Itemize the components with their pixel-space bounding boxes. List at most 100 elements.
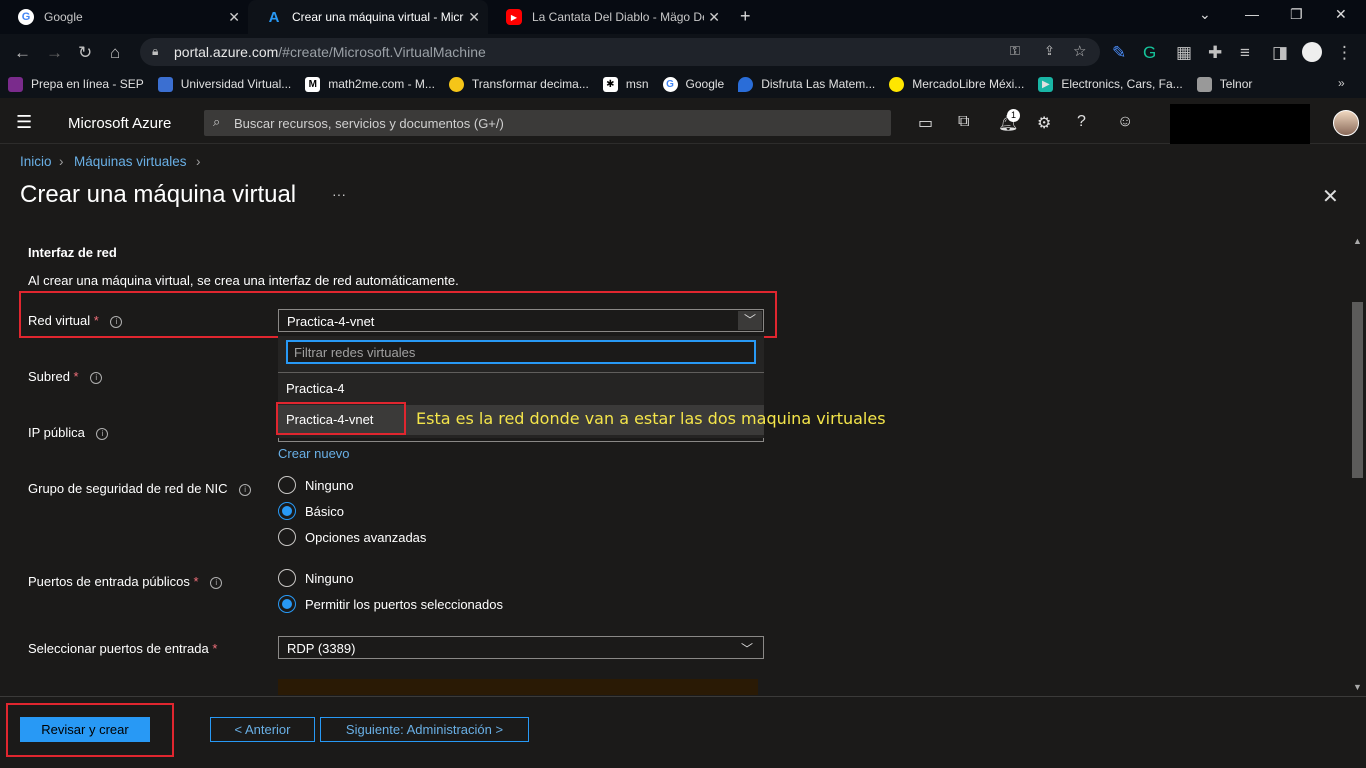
bookmark-item[interactable]: ▶ Electronics, Cars, Fa... [1038,76,1183,92]
breadcrumb-chevron-icon: › [196,154,201,169]
extension-pen-icon[interactable]: ✎ [1112,43,1126,63]
radio-circle[interactable] [278,476,296,494]
media-icon[interactable]: ≡ [1240,43,1250,63]
close-window-icon[interactable]: ✕ [1335,6,1347,23]
restore-icon[interactable]: ❐ [1290,6,1303,23]
annotation-note: Esta es la red donde van a estar las dos… [416,409,886,428]
radio-nsg-avanzadas[interactable]: Opciones avanzadas [278,528,426,546]
new-tab-icon[interactable]: + [740,6,751,27]
profile-icon[interactable] [1302,42,1322,62]
nsg-label: Grupo de seguridad de red de NIC i [28,481,252,496]
help-icon[interactable]: ? [1077,113,1086,131]
sidepanel-icon[interactable]: ◨ [1272,43,1288,63]
more-bookmarks-icon[interactable]: » [1338,76,1345,90]
bookmark-item[interactable]: Universidad Virtual... [157,76,292,92]
breadcrumb-chevron-icon: › [59,154,64,169]
bookmark-star-icon[interactable]: ☆ [1073,42,1086,60]
filter-input[interactable]: Filtrar redes virtuales [286,340,756,364]
redacted-account-block [1170,104,1310,144]
reload-icon[interactable]: ↻ [78,43,92,63]
field-label: Seleccionar puertos de entrada [28,641,209,656]
bookmarks-bar: Prepa en línea - SEP Universidad Virtual… [0,70,1366,98]
tab-search-icon[interactable]: ⌄ [1199,6,1211,23]
browser-toolbar: ← → ↻ ⌂ 🔒︎ portal.azure.com/#create/Micr… [0,34,1366,70]
cloud-shell-icon[interactable]: ▭ [918,113,933,133]
radio-nsg-ninguno[interactable]: Ninguno [278,476,353,494]
directory-filter-icon[interactable]: ⧉ [958,113,969,131]
bookmark-item[interactable]: Transformar decima... [448,76,589,92]
radio-puertos-ninguno[interactable]: Ninguno [278,569,353,587]
radio-label: Ninguno [305,477,354,493]
bookmark-label: Universidad Virtual... [180,77,292,91]
footer-bar: Revisar y crear < Anterior Siguiente: Ad… [0,696,1366,768]
bookmark-favicon-icon [8,76,23,92]
extensions-icon[interactable]: ✚ [1208,43,1222,63]
siguiente-button[interactable]: Siguiente: Administración > [320,717,529,742]
radio-puertos-permitir[interactable]: Permitir los puertos seleccionados [278,595,503,613]
bookmark-label: Telnor [1219,77,1253,91]
minimize-icon[interactable]: — [1245,6,1259,22]
home-icon[interactable]: ⌂ [110,43,120,63]
close-tab-icon[interactable]: ✕ [228,9,240,26]
key-icon[interactable]: ⚿ [1010,43,1020,59]
share-icon[interactable]: ⇪ [1044,43,1055,59]
bookmark-favicon-icon [157,76,173,92]
grammarly-icon[interactable]: G [1143,43,1156,63]
bookmark-item[interactable]: Telnor [1196,76,1253,92]
anterior-button[interactable]: < Anterior [210,717,315,742]
radio-circle[interactable] [278,502,296,520]
bookmark-item[interactable]: G Google [662,76,724,92]
section-description: Al crear una máquina virtual, se crea un… [28,273,459,288]
info-icon[interactable]: i [96,427,109,440]
radio-circle[interactable] [278,528,296,546]
menu-dots-icon[interactable]: ⋮ [1336,43,1353,63]
more-options-icon[interactable]: ··· [332,186,346,202]
bookmark-label: MercadoLibre Méxi... [912,77,1025,91]
breadcrumb-maquinas-virtuales[interactable]: Máquinas virtuales [74,154,187,169]
hamburger-menu-icon[interactable]: ☰ [16,112,32,133]
scroll-up-icon[interactable]: ▲ [1353,236,1362,246]
radio-circle[interactable] [278,569,296,587]
bookmark-item[interactable]: Disfruta Las Matem... [738,76,875,92]
bookmark-item[interactable]: Mmath2me.com - M... [305,76,435,92]
avatar[interactable] [1333,110,1359,136]
bookmark-item[interactable]: Prepa en línea - SEP [8,76,144,92]
seleccionar-puertos-select[interactable]: RDP (3389) ﹀ [278,636,764,659]
radio-circle[interactable] [278,595,296,613]
tab-youtube[interactable]: ▶ La Cantata Del Diablo - Mägo De ✕ [488,0,728,34]
radio-nsg-basico[interactable]: Básico [278,502,344,520]
address-bar[interactable]: 🔒︎ portal.azure.com/#create/Microsoft.Vi… [140,38,1100,66]
info-icon[interactable]: i [210,576,223,589]
bookmark-label: msn [625,77,649,91]
back-icon[interactable]: ← [14,43,31,63]
tab-google[interactable]: G Google ✕ [0,0,248,34]
scroll-down-icon[interactable]: ▼ [1353,682,1362,692]
feedback-icon[interactable]: ☺ [1117,113,1133,131]
qr-icon[interactable]: ▦ [1176,43,1192,63]
forward-icon[interactable]: → [46,43,63,63]
info-icon[interactable]: i [239,483,252,496]
search-input[interactable]: ⌕ Buscar recursos, servicios y documento… [204,110,891,136]
breadcrumb-inicio[interactable]: Inicio [20,154,52,169]
settings-gear-icon[interactable]: ⚙ [1037,113,1051,133]
radio-label: Básico [305,503,345,519]
close-tab-icon[interactable]: ✕ [468,9,480,26]
tab-azure[interactable]: A Crear una máquina virtual - Micr ✕ [248,0,488,34]
section-heading: Interfaz de red [28,245,117,260]
content-scrollbar[interactable]: ▲ ▼ [1350,236,1366,694]
bookmark-favicon-icon: ✱ [602,76,618,92]
bookmark-item[interactable]: ✱ msn [602,76,649,92]
scrollbar-thumb[interactable] [1352,302,1363,478]
portal-brand[interactable]: Microsoft Azure [68,115,171,132]
bookmark-favicon-icon: M [305,76,321,92]
crear-nuevo-link[interactable]: Crear nuevo [278,446,350,461]
bookmark-item[interactable]: MercadoLibre Méxi... [889,76,1025,92]
radio-label: Opciones avanzadas [305,529,427,545]
bookmark-label: math2me.com - M... [328,77,435,91]
chevron-down-icon: ﹀ [740,642,753,656]
dropdown-option-practica-4[interactable]: Practica-4 [278,374,764,404]
info-icon[interactable]: i [90,371,103,384]
close-tab-icon[interactable]: ✕ [708,9,720,26]
bookmark-label: Prepa en línea - SEP [31,77,144,91]
close-blade-icon[interactable]: ✕ [1322,184,1339,209]
